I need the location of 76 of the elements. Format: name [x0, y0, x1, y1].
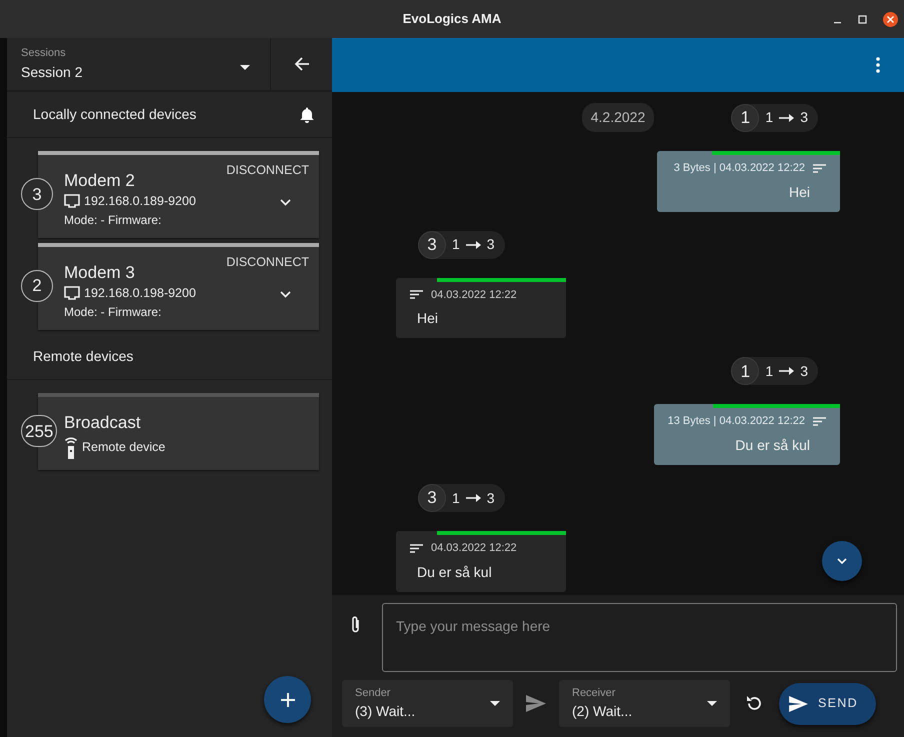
chevron-down-icon — [837, 558, 847, 564]
device-details: Mode: - Firmware: — [64, 213, 162, 228]
sort-icon — [813, 164, 826, 173]
arrow-icon — [779, 114, 794, 122]
sort-icon — [410, 544, 423, 553]
message-text: Du er så kul — [734, 436, 811, 454]
receiver-select[interactable]: Receiver (2) Wait... — [559, 680, 730, 727]
device-address: 255 — [21, 415, 58, 448]
device-name: Broadcast — [64, 412, 142, 433]
caret-icon — [490, 701, 500, 706]
arrow-icon — [779, 367, 794, 376]
plus-icon — [280, 692, 294, 706]
device-endpoint: 192.168.0.198-9200 — [84, 286, 196, 302]
caret-icon — [707, 701, 717, 706]
window-title: EvoLogics AMA — [402, 10, 502, 28]
device-details: Mode: - Firmware: — [64, 305, 162, 320]
route-node: 1 — [731, 104, 760, 132]
device-endpoint: Remote device — [82, 440, 166, 456]
message-input[interactable]: Type your message here — [382, 603, 897, 672]
close-icon[interactable] — [883, 12, 898, 27]
bell-icon[interactable] — [300, 106, 314, 122]
send-icon — [789, 696, 808, 712]
section-title: Remote devices — [33, 346, 134, 366]
route-from: 1 — [765, 362, 774, 381]
device-name: Modem 3 — [64, 262, 136, 284]
message-meta: 04.03.2022 12:22 — [431, 541, 517, 556]
device-endpoint: 192.168.0.189-9200 — [84, 194, 196, 210]
section-title: Locally connected devices — [33, 105, 196, 124]
more-menu-icon[interactable] — [876, 57, 880, 73]
sender-value: (3) Wait... — [355, 702, 416, 722]
route-node: 1 — [731, 357, 760, 386]
message-text: Hei — [416, 309, 440, 328]
message-text: Du er så kul — [416, 562, 493, 581]
route-node: 3 — [418, 484, 446, 512]
send-button[interactable]: SEND — [779, 682, 876, 724]
message-meta: 3 Bytes | 04.03.2022 12:22 — [674, 161, 805, 176]
back-arrow-icon — [294, 56, 310, 72]
refresh-icon[interactable] — [746, 695, 762, 712]
device-address: 3 — [21, 178, 53, 210]
ethernet-icon — [64, 286, 80, 302]
route-from: 1 — [765, 108, 774, 127]
message-meta: 04.03.2022 12:22 — [431, 288, 517, 303]
maximize-icon[interactable] — [858, 15, 867, 24]
ethernet-icon — [64, 194, 80, 210]
receiver-value: (2) Wait... — [572, 702, 632, 722]
device-name: Modem 2 — [64, 171, 136, 192]
route-to: 3 — [800, 362, 808, 381]
remote-signal-icon — [64, 436, 78, 460]
sort-icon — [410, 290, 423, 300]
arrow-icon — [466, 240, 481, 249]
route-to: 3 — [486, 488, 495, 508]
route-from: 1 — [452, 488, 460, 508]
disconnect-button[interactable]: DISCONNECT — [224, 250, 311, 274]
send-direction-icon — [526, 695, 546, 712]
receiver-label: Receiver — [572, 686, 616, 701]
add-button[interactable] — [264, 676, 311, 723]
route-from: 1 — [452, 235, 460, 254]
message-meta: 13 Bytes | 04.03.2022 12:22 — [668, 414, 805, 430]
session-select[interactable]: Sessions Session 2 — [7, 38, 270, 90]
sort-icon — [813, 417, 826, 426]
expand-icon[interactable] — [280, 290, 291, 298]
route-node: 3 — [418, 230, 446, 259]
expand-icon[interactable] — [280, 199, 291, 206]
arrow-icon — [466, 494, 481, 502]
device-address: 2 — [21, 270, 53, 302]
route-to: 3 — [800, 108, 808, 127]
paperclip-icon[interactable] — [350, 615, 361, 634]
session-value: Session 2 — [21, 62, 84, 82]
caret-icon — [240, 65, 250, 71]
date-chip: 4.2.2022 — [582, 103, 654, 132]
sender-select[interactable]: Sender (3) Wait... — [342, 680, 513, 727]
message-text: Hei — [788, 182, 811, 201]
route-to: 3 — [486, 235, 495, 254]
disconnect-button[interactable]: DISCONNECT — [224, 159, 311, 182]
sender-label: Sender — [355, 686, 392, 701]
session-label: Sessions — [21, 46, 67, 62]
